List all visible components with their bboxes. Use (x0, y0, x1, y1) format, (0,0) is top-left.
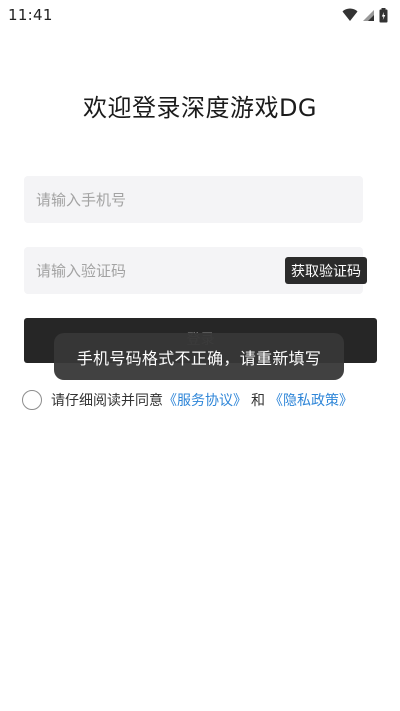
code-field[interactable]: 获取验证码 (24, 247, 367, 294)
status-icons (342, 7, 388, 23)
wifi-icon (342, 8, 358, 22)
login-screen: 11:41 欢迎登录深度游戏DG 获取验证码 登录 手机号码格式不正确，请重新填… (0, 0, 400, 711)
agreement-text: 请仔细阅读并同意 (51, 393, 163, 409)
status-bar: 11:41 (0, 0, 400, 30)
status-time: 11:41 (8, 6, 53, 24)
agreement-row: 请仔细阅读并同意 《服务协议》 和 《隐私政策》 (22, 388, 353, 412)
error-toast: 手机号码格式不正确，请重新填写 (54, 333, 344, 380)
phone-field[interactable] (24, 176, 363, 223)
privacy-policy-link[interactable]: 《隐私政策》 (269, 390, 353, 410)
agreement-checkbox[interactable] (22, 390, 42, 410)
get-code-button[interactable]: 获取验证码 (285, 257, 367, 284)
battery-icon (379, 7, 388, 23)
code-input[interactable] (36, 261, 256, 280)
agreement-and: 和 (251, 393, 265, 409)
service-agreement-link[interactable]: 《服务协议》 (163, 390, 247, 410)
phone-input[interactable] (36, 190, 256, 209)
page-title: 欢迎登录深度游戏DG (82, 94, 318, 122)
signal-icon (362, 9, 375, 22)
